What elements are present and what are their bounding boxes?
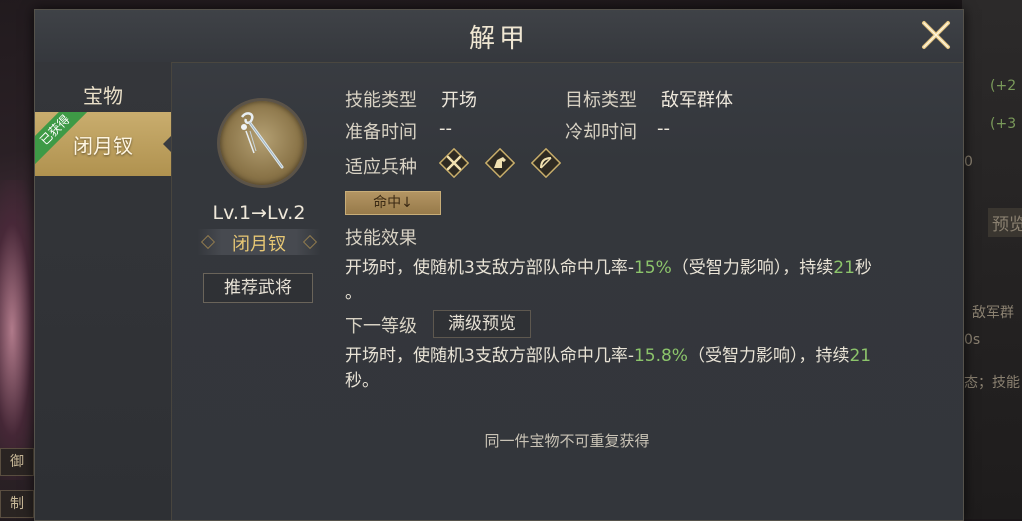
tab-item-label: 闭月钗 (73, 134, 133, 158)
next-effect-percent: 15.8% (633, 346, 688, 366)
troop-type-label: 适应兵种 (345, 157, 417, 178)
effect-text-part: （受智力影响），持续 (671, 258, 834, 278)
skill-effect-text: 开场时，使随机3支敌方部队命中几率-15%（受智力影响），持续21秒。 (345, 256, 925, 306)
background-text: 0 (964, 154, 973, 170)
cooldown-value: -- (657, 118, 670, 139)
next-effect-duration: 21 (849, 346, 872, 366)
max-level-preview-button[interactable]: 满级预览 (433, 310, 531, 338)
tab-column: 宝物 已获得 闭月钗 (35, 62, 172, 520)
close-icon (922, 21, 950, 49)
tab-category-title: 宝物 (83, 84, 123, 108)
cooldown-label: 冷却时间 (565, 122, 637, 143)
treasure-name: 闭月钗 (232, 234, 286, 255)
next-level-label: 下一等级 (345, 316, 417, 337)
background-tag: 御 (0, 448, 34, 476)
background-text: (+2 (990, 78, 1017, 94)
target-type-value: 敌军群体 (661, 90, 733, 111)
skill-type-label: 技能类型 (345, 90, 417, 111)
hairpin-icon (217, 98, 307, 188)
archer-icon[interactable] (530, 147, 562, 179)
dialog-titlebar: 解甲 (35, 10, 963, 63)
effect-text-part: 开场时，使随机3支敌方部队命中几率- (345, 258, 634, 278)
effect-duration: 21 (833, 258, 855, 278)
prep-time-value: -- (439, 118, 452, 139)
next-effect-text-part: 开场时，使随机3支敌方部队命中几率- (345, 346, 634, 366)
effect-percent: 15% (633, 258, 672, 278)
background-text: 敌军群 (972, 305, 1014, 321)
treasure-name-plate: 闭月钗 (197, 229, 321, 255)
selection-arrow-icon (163, 136, 171, 152)
dialog-title: 解甲 (468, 24, 529, 54)
duplicate-notice: 同一件宝物不可重复获得 (484, 432, 650, 450)
target-type-label: 目标类型 (565, 90, 637, 111)
hairpin-icon-graphic (240, 112, 284, 169)
cavalry-icon[interactable] (484, 147, 516, 179)
skill-effect-heading: 技能效果 (345, 228, 417, 249)
background-text: 0s (964, 332, 981, 348)
effect-text-part: 秒 (854, 258, 872, 278)
skill-type-value: 开场 (441, 90, 477, 111)
dismantle-dialog: 解甲 宝物 已获得 闭月钗 Lv.1→Lv.2 闭月钗 推荐武将 技能类型 开场… (34, 9, 964, 521)
next-level-effect-text: 开场时，使随机3支敌方部队命中几率-15.8%（受智力影响），持续21 秒。 (345, 344, 925, 394)
level-progress: Lv.1→Lv.2 (212, 202, 306, 224)
infantry-icon[interactable] (438, 147, 470, 179)
effect-text-end: 。 (345, 283, 362, 303)
next-effect-text-part: （受智力影响），持续 (687, 346, 850, 366)
recommend-general-button[interactable]: 推荐武将 (203, 273, 313, 303)
background-text: (+3 (990, 116, 1017, 132)
prep-time-label: 准备时间 (345, 122, 417, 143)
next-effect-text-end: 秒。 (345, 371, 379, 391)
tab-item-biyuechai[interactable]: 已获得 闭月钗 (35, 112, 171, 176)
background-tag: 制 (0, 490, 34, 518)
close-button[interactable] (919, 18, 953, 52)
background-text: 态；技能 (964, 375, 1020, 391)
background-text: 预览 (988, 208, 1022, 237)
accuracy-down-tag: 命中↓ (345, 191, 441, 215)
